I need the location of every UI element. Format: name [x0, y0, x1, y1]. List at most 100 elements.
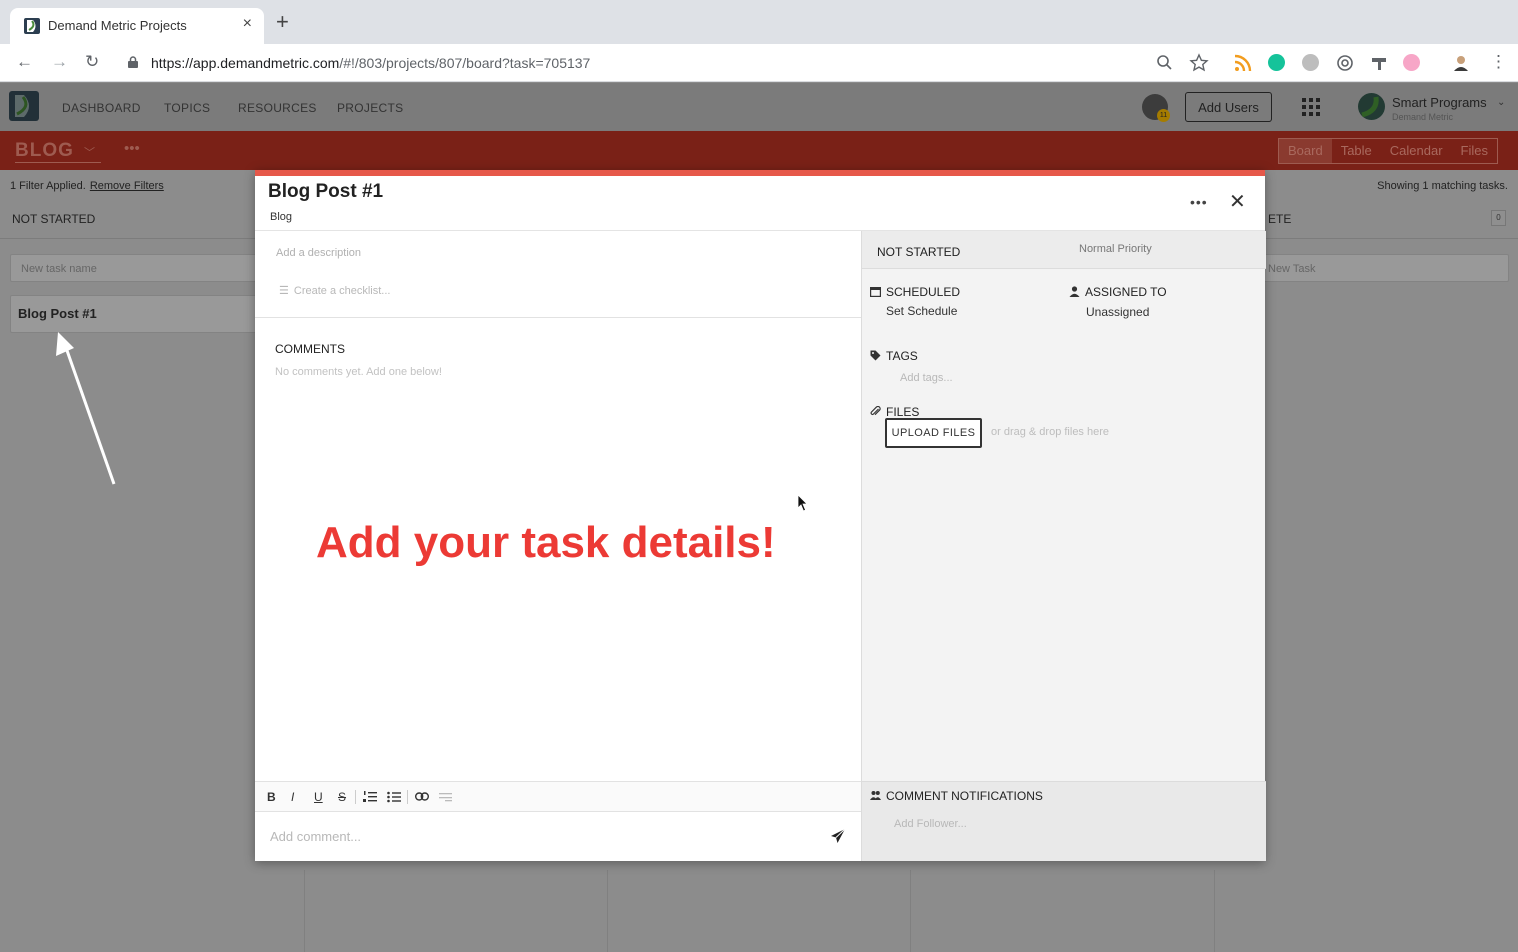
- new-task-input[interactable]: New Task: [1259, 254, 1509, 282]
- column-divider: [1214, 870, 1215, 952]
- extension-pink-icon[interactable]: [1403, 54, 1420, 71]
- app-header: DASHBOARD TOPICS RESOURCES PROJECTS 11 A…: [0, 83, 1518, 131]
- nav-projects[interactable]: PROJECTS: [337, 101, 403, 115]
- browser-tab-bar: Demand Metric Projects × +: [0, 0, 1518, 44]
- extension-tool-icon[interactable]: [1369, 53, 1389, 73]
- browser-tab[interactable]: Demand Metric Projects ×: [10, 8, 264, 44]
- notifications-label-text: COMMENT NOTIFICATIONS: [886, 789, 1043, 803]
- reload-icon[interactable]: ↻: [85, 52, 99, 72]
- upload-files-button[interactable]: UPLOAD FILES: [885, 418, 982, 448]
- task-card[interactable]: Blog Post #1: [10, 295, 260, 333]
- scheduled-value[interactable]: Set Schedule: [886, 304, 957, 318]
- extension-spiral-icon[interactable]: [1335, 53, 1355, 73]
- underline-button[interactable]: U: [314, 790, 323, 804]
- project-dropdown-chevron-icon[interactable]: ﹀: [84, 144, 95, 160]
- column-divider: [304, 870, 305, 952]
- browser-menu-icon[interactable]: ⋮: [1490, 52, 1507, 72]
- bookmark-star-icon[interactable]: [1189, 53, 1209, 73]
- add-users-button[interactable]: Add Users: [1185, 92, 1272, 122]
- org-subtitle: Demand Metric: [1392, 112, 1454, 122]
- view-switcher: Board Table Calendar Files: [1278, 138, 1498, 164]
- view-calendar-tab[interactable]: Calendar: [1381, 139, 1452, 163]
- files-label-text: FILES: [886, 405, 920, 419]
- upload-dropzone-hint[interactable]: or drag & drop files here: [991, 426, 1109, 438]
- help-count-badge: 11: [1157, 109, 1170, 122]
- task-detail-modal: Blog Post #1 Blog ••• ✕ Add a descriptio…: [255, 170, 1266, 861]
- view-files-tab[interactable]: Files: [1452, 139, 1497, 163]
- comment-notifications-section: COMMENT NOTIFICATIONS Add Follower...: [862, 781, 1266, 861]
- profile-avatar-icon[interactable]: [1451, 53, 1471, 73]
- column-not-started-header: NOT STARTED: [12, 212, 96, 226]
- column-divider: [0, 238, 255, 239]
- tag-icon: [870, 350, 881, 361]
- project-title[interactable]: BLOG: [15, 140, 74, 162]
- grammarly-extension-icon[interactable]: [1268, 54, 1285, 71]
- view-table-tab[interactable]: Table: [1332, 139, 1381, 163]
- org-name[interactable]: Smart Programs: [1392, 95, 1487, 110]
- send-icon[interactable]: [830, 828, 846, 844]
- forward-arrow-icon[interactable]: →: [51, 52, 68, 72]
- lock-icon: [128, 56, 138, 68]
- browser-toolbar: ← → ↻ https://app.demandmetric.com/#!/80…: [0, 44, 1518, 82]
- ordered-list-icon[interactable]: [363, 791, 377, 803]
- view-board-tab[interactable]: Board: [1279, 139, 1332, 163]
- help-icon[interactable]: 11: [1142, 94, 1170, 122]
- project-title-underline: [15, 162, 101, 163]
- org-chevron-icon[interactable]: ⌄: [1497, 97, 1505, 108]
- scheduled-label: SCHEDULED: [870, 285, 960, 299]
- back-arrow-icon[interactable]: ←: [16, 52, 33, 72]
- task-main-pane: Add a description ☰ Create a checklist...…: [255, 231, 861, 861]
- demand-metric-logo-icon[interactable]: [9, 91, 39, 121]
- new-tab-icon[interactable]: +: [276, 11, 289, 33]
- bold-button[interactable]: B: [267, 790, 276, 804]
- column-divider: [910, 870, 911, 952]
- remove-filters-link[interactable]: Remove Filters: [90, 180, 164, 192]
- url-path: /#!/803/projects/807/board?task=705137: [339, 55, 591, 71]
- demand-metric-favicon-icon: [24, 18, 40, 34]
- priority-dropdown[interactable]: Normal Priority: [1079, 243, 1152, 255]
- bullet-list-icon[interactable]: [387, 791, 401, 803]
- address-bar[interactable]: https://app.demandmetric.com/#!/803/proj…: [151, 55, 590, 71]
- project-bar: BLOG ﹀ ••• Board Table Calendar Files: [0, 131, 1518, 170]
- nav-resources[interactable]: RESOURCES: [238, 101, 317, 115]
- extension-t-icon[interactable]: [1302, 54, 1319, 71]
- project-more-icon[interactable]: •••: [124, 140, 140, 157]
- italic-button[interactable]: I: [291, 790, 294, 804]
- new-task-input[interactable]: New task name: [10, 254, 260, 282]
- checklist-placeholder: Create a checklist...: [293, 285, 391, 297]
- tags-label-text: TAGS: [886, 349, 918, 363]
- quote-icon[interactable]: [439, 792, 452, 802]
- strikethrough-button[interactable]: S: [338, 790, 346, 804]
- nav-topics[interactable]: TOPICS: [164, 101, 210, 115]
- apps-grid-icon[interactable]: [1302, 98, 1320, 116]
- filter-status: 1 Filter Applied. Remove Filters: [10, 180, 164, 192]
- assigned-label: ASSIGNED TO: [1069, 285, 1167, 299]
- status-dropdown[interactable]: NOT STARTED: [877, 245, 960, 259]
- task-title[interactable]: Blog Post #1: [268, 181, 383, 203]
- rss-extension-icon[interactable]: [1233, 53, 1253, 73]
- add-follower-input[interactable]: Add Follower...: [894, 818, 967, 830]
- tab-close-icon[interactable]: ×: [243, 15, 252, 33]
- column-divider: [607, 870, 608, 952]
- org-avatar-icon[interactable]: [1358, 93, 1385, 120]
- checklist-icon: ☰: [279, 285, 289, 297]
- matching-count: Showing 1 matching tasks.: [1377, 180, 1508, 192]
- close-icon[interactable]: ✕: [1229, 192, 1246, 212]
- checklist-input[interactable]: ☰ Create a checklist...: [279, 284, 390, 297]
- tags-label: TAGS: [870, 349, 918, 363]
- assignee-value[interactable]: Unassigned: [1086, 305, 1149, 319]
- comments-heading: COMMENTS: [275, 342, 345, 356]
- tags-input[interactable]: Add tags...: [900, 372, 953, 384]
- column-complete-header: ETE: [1268, 212, 1292, 226]
- task-project-name: Blog: [270, 211, 293, 223]
- zoom-search-icon[interactable]: [1155, 53, 1175, 73]
- toolbar-separator: [355, 790, 356, 804]
- column-divider: [1265, 238, 1518, 239]
- description-input[interactable]: Add a description: [276, 247, 361, 259]
- task-more-icon[interactable]: •••: [1190, 194, 1208, 210]
- comment-input[interactable]: [270, 829, 790, 844]
- link-icon[interactable]: [415, 792, 429, 801]
- complete-count-badge: 0: [1491, 210, 1506, 226]
- nav-dashboard[interactable]: DASHBOARD: [62, 101, 141, 115]
- notifications-label: COMMENT NOTIFICATIONS: [870, 789, 1043, 803]
